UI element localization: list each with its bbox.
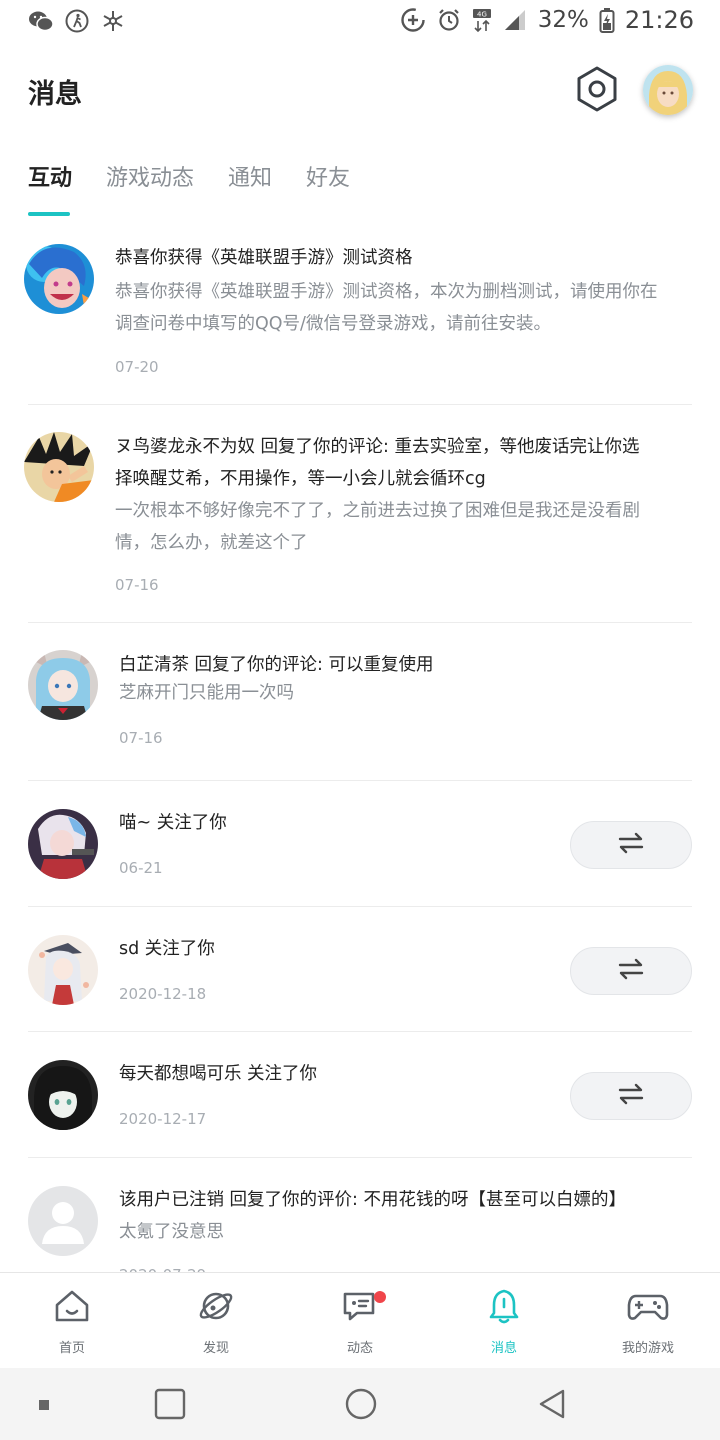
settings-button[interactable] (572, 66, 622, 116)
circle-icon (344, 1387, 378, 1425)
tab-notifications[interactable]: 通知 (228, 160, 272, 216)
signal-icon (502, 7, 528, 33)
goku-avatar[interactable] (24, 432, 94, 502)
message-date: 07-16 (115, 576, 159, 594)
battery-percent: 32% (537, 7, 589, 33)
recent-apps-button[interactable] (20, 1382, 68, 1430)
anime-girl-avatar[interactable] (28, 650, 98, 720)
settings-hex-icon (575, 65, 619, 117)
dark-hair-avatar[interactable] (28, 1060, 98, 1130)
nav-my-games-label: 我的游戏 (621, 1341, 674, 1356)
jinx-avatar[interactable] (24, 244, 94, 314)
svg-text:4G: 4G (477, 11, 487, 19)
network-type: 4G (472, 7, 492, 33)
mutual-follow-icon (617, 958, 645, 984)
white-hair-avatar[interactable] (28, 935, 98, 1005)
my-avatar[interactable] (643, 65, 693, 115)
message-title-line-2: 择唤醒艾希，不用操作，等一小会儿就会循环cg (115, 469, 486, 489)
message-desc: 太氪了没意思 (119, 1222, 224, 1242)
mutual-follow-icon (617, 1083, 645, 1109)
notification-badge (374, 1291, 386, 1303)
alarm-icon (436, 7, 462, 33)
message-title-line-1: ヌ鸟婆龙永不为奴 回复了你的评论: 重去实验室，等他废话完让你选 (115, 437, 640, 457)
data-saver-icon (400, 7, 426, 33)
list-item[interactable]: 该用户已注销 回复了你的评价: 不用花钱的呀【甚至可以白嫖的】 太氪了没意思 2… (28, 1158, 692, 1288)
message-desc-line-1: 一次根本不够好像完不了了，之前进去过换了困难但是我还是没看剧 (115, 501, 640, 521)
bell-icon (485, 1287, 523, 1329)
planet-icon (197, 1287, 235, 1329)
page-title: 消息 (28, 79, 82, 110)
message-desc-line-2: 情，怎么办，就差这个了 (115, 533, 308, 553)
message-date: 06-21 (119, 859, 163, 877)
chat-icon (341, 1287, 379, 1329)
battery-icon (599, 7, 615, 33)
message-date: 2020-12-17 (119, 1110, 207, 1128)
square-icon (153, 1387, 187, 1425)
harley-avatar[interactable] (28, 809, 98, 879)
overview-button[interactable] (146, 1382, 194, 1430)
mutual-follow-button[interactable] (570, 947, 692, 995)
list-item[interactable]: 喵~ 关注了你 06-21 (28, 781, 692, 907)
nav-home-label: 首页 (58, 1341, 85, 1356)
nav-discover-label: 发现 (202, 1341, 229, 1356)
nav-messages[interactable]: 消息 (432, 1273, 576, 1368)
clock: 21:26 (624, 6, 694, 34)
message-title: 喵~ 关注了你 (119, 813, 227, 833)
nav-discover[interactable]: 发现 (144, 1273, 288, 1368)
mutual-follow-button[interactable] (570, 821, 692, 869)
list-item[interactable]: 每天都想喝可乐 关注了你 2020-12-17 (28, 1032, 692, 1158)
small-square-icon (37, 1397, 51, 1416)
running-icon (64, 8, 90, 34)
nav-feed-label: 动态 (346, 1341, 373, 1356)
tab-bar: 互动 游戏动态 通知 好友 (28, 160, 384, 216)
system-nav-bar (0, 1368, 720, 1440)
nav-my-games[interactable]: 我的游戏 (576, 1273, 720, 1368)
gamepad-icon (627, 1287, 669, 1329)
nav-feed[interactable]: 动态 (288, 1273, 432, 1368)
back-triangle-icon (535, 1387, 569, 1425)
home-button[interactable] (337, 1382, 385, 1430)
tab-interaction[interactable]: 互动 (28, 160, 72, 216)
default-user-avatar[interactable] (28, 1186, 98, 1256)
bottom-nav: 首页 发现 动态 消息 我的游戏 (0, 1272, 720, 1368)
wechat-icon (28, 8, 54, 34)
nav-messages-label: 消息 (490, 1341, 517, 1356)
home-icon (53, 1287, 91, 1329)
list-item[interactable]: 白芷清茶 回复了你的评论: 可以重复使用 芝麻开门只能用一次吗 07-16 (28, 623, 692, 781)
back-button[interactable] (528, 1382, 576, 1430)
message-desc: 芝麻开门只能用一次吗 (119, 683, 294, 703)
message-title: 该用户已注销 回复了你的评价: 不用花钱的呀【甚至可以白嫖的】 (119, 1190, 627, 1210)
message-title: sd 关注了你 (119, 939, 215, 959)
message-desc-line-2: 调查问卷中填写的QQ号/微信号登录游戏，请前往安装。 (115, 314, 551, 334)
message-list: 恭喜你获得《英雄联盟手游》测试资格 恭喜你获得《英雄联盟手游》测试资格，本次为删… (0, 228, 720, 1288)
status-bar: 4G 32% 21:26 (0, 0, 720, 44)
message-date: 2020-12-18 (119, 985, 207, 1003)
message-date: 07-20 (115, 358, 159, 376)
mutual-follow-button[interactable] (570, 1072, 692, 1120)
list-item[interactable]: sd 关注了你 2020-12-18 (28, 907, 692, 1032)
list-item[interactable]: 恭喜你获得《英雄联盟手游》测试资格 恭喜你获得《英雄联盟手游》测试资格，本次为删… (24, 228, 692, 405)
tab-game-news[interactable]: 游戏动态 (106, 160, 194, 216)
nav-home[interactable]: 首页 (0, 1273, 144, 1368)
tab-friends[interactable]: 好友 (306, 160, 350, 216)
list-item[interactable]: ヌ鸟婆龙永不为奴 回复了你的评论: 重去实验室，等他废话完让你选 择唤醒艾希，不… (24, 405, 692, 623)
mutual-follow-icon (617, 832, 645, 858)
message-title: 每天都想喝可乐 关注了你 (119, 1064, 318, 1084)
message-date: 07-16 (119, 729, 163, 747)
message-desc-line-1: 恭喜你获得《英雄联盟手游》测试资格，本次为删档测试，请使用你在 (115, 282, 658, 302)
message-title: 恭喜你获得《英雄联盟手游》测试资格 (115, 248, 413, 268)
snowflake-icon (100, 8, 126, 34)
